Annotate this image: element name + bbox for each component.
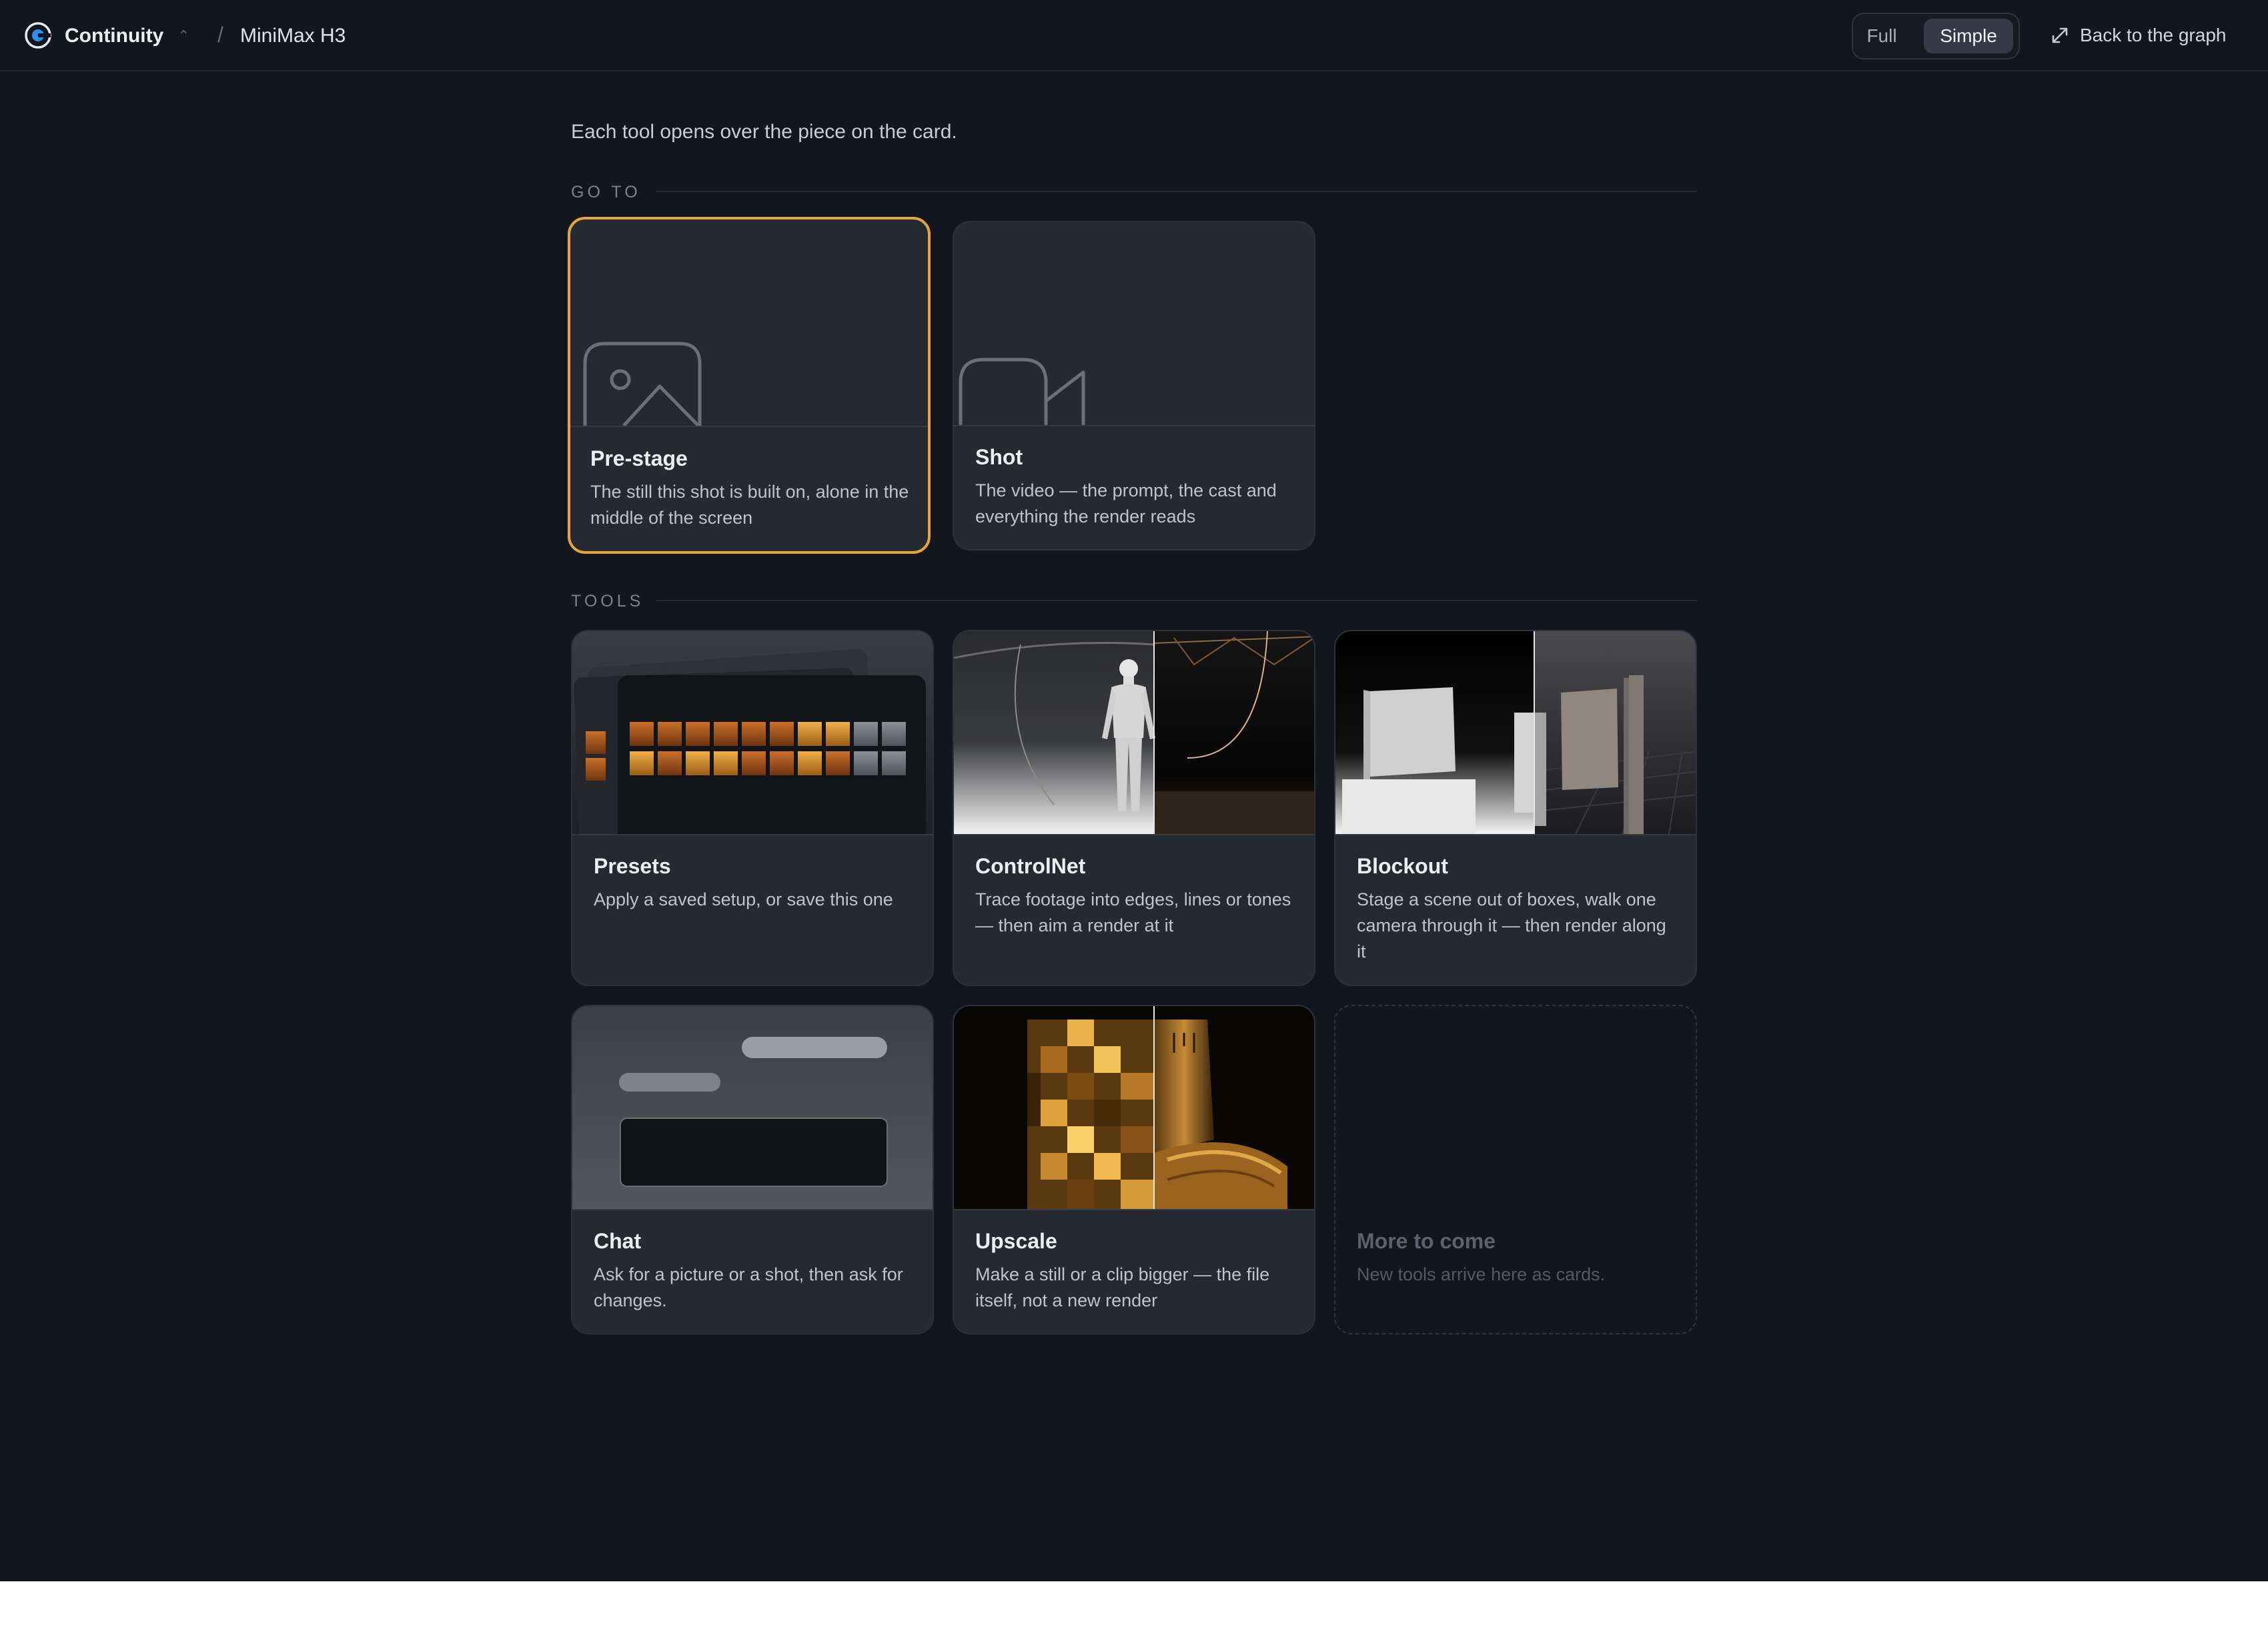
section-label-tools: TOOLS — [571, 592, 644, 610]
card-divider — [1335, 834, 1696, 835]
card-title: Shot — [975, 445, 1023, 469]
preset-swatch-grid — [586, 722, 906, 781]
card-description: Stage a scene out of boxes, walk one cam… — [1357, 889, 1666, 961]
chevron-up-icon[interactable]: ⌃ — [177, 24, 189, 48]
mode-simple-button[interactable]: Simple — [1924, 19, 2013, 53]
card-divider — [954, 425, 1314, 426]
card-description: Trace footage into edges, lines or tones… — [975, 889, 1291, 935]
card-thumbnail — [570, 220, 928, 426]
card-controlnet[interactable]: ControlNet Trace footage into edges, lin… — [953, 630, 1315, 986]
chat-thumbnail — [572, 1006, 933, 1209]
back-to-graph-label: Back to the graph — [2080, 25, 2227, 45]
pixelated-half — [1027, 1020, 1154, 1209]
card-divider — [572, 834, 933, 835]
card-title: Pre-stage — [590, 446, 688, 470]
section-label-goto: GO TO — [571, 183, 641, 201]
card-divider — [572, 1209, 933, 1210]
card-shot[interactable]: Shot The video — the prompt, the cast an… — [953, 221, 1315, 550]
section-divider — [656, 191, 1697, 192]
upscale-thumbnail — [954, 1006, 1314, 1209]
card-divider — [570, 426, 928, 427]
card-presets[interactable]: Presets Apply a saved setup, or save thi… — [571, 630, 934, 986]
breadcrumb-project[interactable]: MiniMax H3 — [240, 23, 346, 49]
card-description: The video — the prompt, the cast and eve… — [975, 480, 1277, 526]
card-divider — [954, 834, 1314, 835]
controlnet-thumbnail — [954, 631, 1314, 834]
card-title: More to come — [1357, 1229, 1496, 1253]
card-title: Chat — [594, 1229, 642, 1253]
chat-bubble-incoming — [619, 1073, 720, 1092]
expand-arrows-icon — [2052, 27, 2068, 43]
card-title: Presets — [594, 854, 671, 878]
card-description: The still this shot is built on, alone i… — [590, 482, 909, 528]
card-more-to-come: More to come New tools arrive here as ca… — [1334, 1005, 1697, 1334]
intro-text: Each tool opens over the piece on the ca… — [571, 121, 957, 143]
card-title: Blockout — [1357, 854, 1448, 878]
card-upscale[interactable]: Upscale Make a still or a clip bigger — … — [953, 1005, 1315, 1334]
breadcrumb-separator: / — [217, 23, 223, 47]
card-chat[interactable]: Chat Ask for a picture or a shot, then a… — [571, 1005, 934, 1334]
continuity-logo-icon[interactable] — [24, 21, 52, 49]
card-pre-stage[interactable]: Pre-stage The still this shot is built o… — [568, 217, 931, 554]
app-window: Continuity ⌃ / MiniMax H3 Full Simple Ba… — [0, 0, 2268, 1581]
image-icon — [583, 342, 702, 426]
card-description: Make a still or a clip bigger — the file… — [975, 1264, 1270, 1310]
card-title: Upscale — [975, 1229, 1057, 1253]
blockout-thumbnail — [1335, 631, 1696, 834]
card-description: Apply a saved setup, or save this one — [594, 889, 893, 909]
chat-input-box — [620, 1118, 888, 1187]
chat-bubble-outgoing — [742, 1037, 887, 1058]
card-description: Ask for a picture or a shot, then ask fo… — [594, 1264, 903, 1310]
video-camera-icon — [959, 358, 1085, 425]
card-divider — [954, 1209, 1314, 1210]
top-bar: Continuity ⌃ / MiniMax H3 Full Simple Ba… — [0, 0, 2268, 71]
mode-full-button[interactable]: Full — [1860, 19, 1904, 53]
card-blockout[interactable]: Blockout Stage a scene out of boxes, wal… — [1334, 630, 1697, 986]
card-thumbnail — [954, 222, 1314, 425]
card-title: ControlNet — [975, 854, 1086, 878]
view-mode-toggle: Full Simple — [1852, 13, 2020, 59]
app-name[interactable]: Continuity — [65, 23, 163, 49]
presets-thumbnail — [572, 631, 933, 834]
section-divider — [656, 600, 1697, 601]
card-description: New tools arrive here as cards. — [1357, 1264, 1606, 1284]
